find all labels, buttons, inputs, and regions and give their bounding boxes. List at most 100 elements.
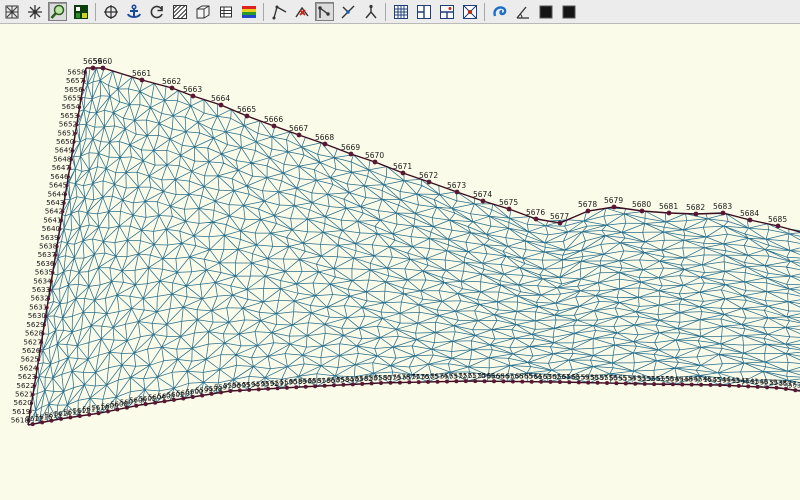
layout-b-button[interactable] bbox=[437, 2, 456, 21]
node-label-5637: 5637 bbox=[38, 250, 56, 259]
layout-c-button[interactable] bbox=[460, 2, 479, 21]
black-square-2-button[interactable] bbox=[559, 2, 578, 21]
node-label-5667: 5667 bbox=[289, 124, 308, 133]
node-label-5624: 5624 bbox=[19, 363, 38, 372]
mesh-view[interactable]: 5659566056615662566356645665566656675668… bbox=[0, 24, 800, 500]
black-square-button[interactable] bbox=[536, 2, 555, 21]
boundary-node-5667[interactable] bbox=[296, 132, 302, 138]
node-label-5649: 5649 bbox=[55, 146, 74, 155]
boundary-node-5664[interactable] bbox=[218, 102, 224, 108]
boundary-node-5677[interactable] bbox=[557, 220, 563, 226]
swirl-icon bbox=[492, 5, 506, 16]
node-label-5646: 5646 bbox=[50, 172, 69, 181]
split-arc-icon bbox=[341, 5, 354, 18]
node-label-5631: 5631 bbox=[29, 303, 47, 312]
boundary-node-5676[interactable] bbox=[533, 216, 539, 222]
node-label-5651: 5651 bbox=[57, 128, 75, 137]
grid-button[interactable] bbox=[391, 2, 410, 21]
arc-icon bbox=[272, 5, 286, 19]
node-label-5639: 5639 bbox=[40, 233, 59, 242]
boundary-node-5668[interactable] bbox=[322, 141, 328, 147]
boundary-node-5673[interactable] bbox=[454, 189, 460, 195]
node-label-5682: 5682 bbox=[686, 203, 705, 212]
boundary-node-5663[interactable] bbox=[190, 93, 196, 99]
boundary-node-5660[interactable] bbox=[100, 65, 106, 71]
boundary-node-5678[interactable] bbox=[585, 208, 591, 214]
boundary-node-5672[interactable] bbox=[426, 179, 432, 185]
boundary-node-5665[interactable] bbox=[244, 113, 250, 119]
node-label-5650: 5650 bbox=[56, 137, 75, 146]
node-label-5653: 5653 bbox=[60, 111, 78, 120]
add-node-button[interactable] bbox=[101, 2, 120, 21]
node-label-5677: 5677 bbox=[550, 212, 569, 221]
node-label-5685: 5685 bbox=[768, 215, 787, 224]
node-label-5670: 5670 bbox=[365, 151, 384, 160]
table-button[interactable] bbox=[216, 2, 235, 21]
node-label-5680: 5680 bbox=[632, 200, 651, 209]
node-label-5655: 5655 bbox=[63, 94, 81, 103]
node-label-5662: 5662 bbox=[162, 77, 181, 86]
color-scale-button[interactable] bbox=[239, 2, 258, 21]
boundary-node-5679[interactable] bbox=[611, 204, 617, 210]
node-label-5678: 5678 bbox=[578, 200, 597, 209]
node-label-5628: 5628 bbox=[25, 329, 44, 338]
node-label-5640: 5640 bbox=[42, 224, 61, 233]
node-label-5632: 5632 bbox=[31, 294, 49, 303]
node-label-5657: 5657 bbox=[66, 76, 84, 85]
delete-arc-button[interactable] bbox=[292, 2, 311, 21]
split-arc-button[interactable] bbox=[338, 2, 357, 21]
merge-arc-icon bbox=[364, 4, 377, 18]
refine-mesh-button[interactable] bbox=[2, 2, 21, 21]
elements-button[interactable] bbox=[170, 2, 189, 21]
color-scale-icon bbox=[241, 5, 256, 18]
boundary-node-5683[interactable] bbox=[720, 210, 726, 216]
node-label-5636: 5636 bbox=[36, 259, 55, 268]
table-icon bbox=[219, 6, 232, 17]
node-label-5627: 5627 bbox=[23, 337, 41, 346]
boundary-node-5666[interactable] bbox=[271, 123, 277, 129]
delete-arc-icon bbox=[294, 6, 309, 17]
node-label-5666: 5666 bbox=[264, 115, 283, 124]
boundary-node-5685[interactable] bbox=[775, 223, 781, 229]
boundary-node-5681[interactable] bbox=[666, 210, 672, 216]
node-label-5654: 5654 bbox=[62, 102, 81, 111]
boundary-node-5669[interactable] bbox=[348, 151, 354, 157]
anchor-icon bbox=[126, 3, 141, 18]
boundary-node-5674[interactable] bbox=[480, 198, 486, 204]
main-toolbar bbox=[0, 0, 800, 24]
boundary-node-5682[interactable] bbox=[693, 211, 699, 217]
boundary-node-5680[interactable] bbox=[639, 208, 645, 214]
node-label-5629: 5629 bbox=[26, 320, 45, 329]
refresh-button[interactable] bbox=[147, 2, 166, 21]
layout-button[interactable] bbox=[414, 2, 433, 21]
swirl-button[interactable] bbox=[490, 2, 509, 21]
boundary-node-5662[interactable] bbox=[169, 85, 175, 91]
boundary-node-5675[interactable] bbox=[506, 206, 512, 212]
boundary-node-5670[interactable] bbox=[372, 159, 378, 165]
mesh-canvas[interactable]: 5659 5660 5661 5662 5663 5664 5665 5666 5667 5668… bbox=[0, 24, 800, 500]
cube-button[interactable] bbox=[193, 2, 212, 21]
merge-arc-button[interactable] bbox=[361, 2, 380, 21]
angle-button[interactable] bbox=[513, 2, 532, 21]
node-label-5679: 5679 bbox=[604, 196, 623, 205]
node-label-5625: 5625 bbox=[21, 355, 39, 364]
node-label-5645: 5645 bbox=[49, 181, 67, 190]
node-label-5620: 5620 bbox=[14, 398, 33, 407]
boundary-node-5659[interactable] bbox=[90, 65, 96, 71]
node-label-5536: 5536 bbox=[788, 381, 800, 389]
boundary-node-5661[interactable] bbox=[139, 77, 145, 83]
coarsen-mesh-button[interactable] bbox=[25, 2, 44, 21]
select-arc-button[interactable] bbox=[315, 2, 334, 21]
node-label-5656: 5656 bbox=[65, 85, 84, 94]
angle-icon bbox=[515, 6, 529, 19]
cube-icon bbox=[196, 5, 209, 18]
boundary-node-5671[interactable] bbox=[400, 170, 406, 176]
node-label-5676: 5676 bbox=[526, 208, 545, 217]
anchor-button[interactable] bbox=[124, 2, 143, 21]
arc-button[interactable] bbox=[269, 2, 288, 21]
boundary-node-5684[interactable] bbox=[747, 217, 753, 223]
node-label-5641: 5641 bbox=[43, 215, 61, 224]
display-options-button[interactable] bbox=[71, 2, 90, 21]
zoom-button[interactable] bbox=[48, 2, 67, 21]
node-label-5643: 5643 bbox=[46, 198, 64, 207]
